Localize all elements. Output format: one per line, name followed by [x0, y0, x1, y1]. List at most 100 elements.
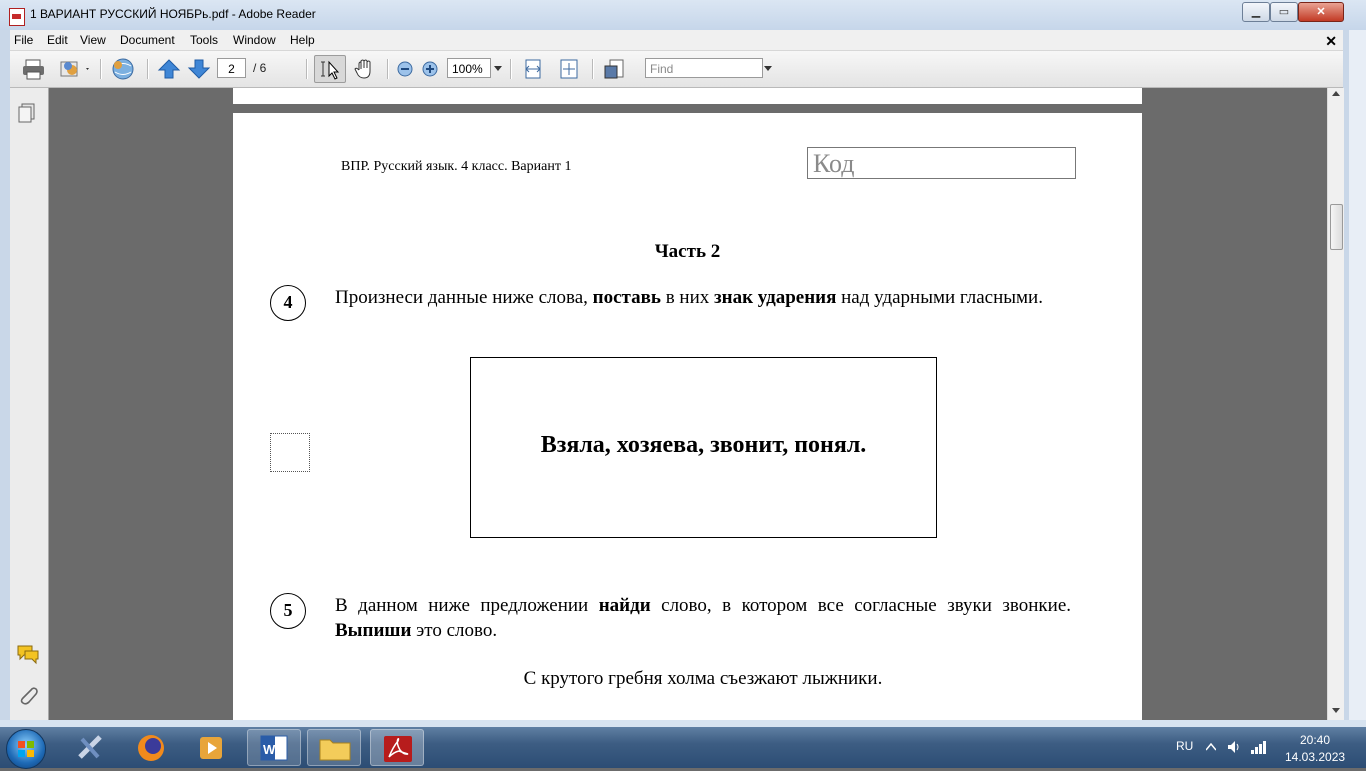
page-layout-icon	[604, 59, 624, 79]
comments-icon[interactable]	[16, 643, 40, 665]
language-indicator[interactable]: RU	[1176, 739, 1193, 753]
close-button[interactable]: ✕	[1298, 2, 1344, 22]
toolbar: 2 / 6 100% Find	[10, 51, 1343, 88]
scroll-down-icon[interactable]	[1332, 708, 1340, 714]
windows-logo-icon	[18, 741, 34, 757]
toolbar-separator	[592, 59, 594, 79]
find-input[interactable]: Find	[645, 58, 763, 78]
score-box	[270, 433, 310, 472]
firefox-icon	[138, 735, 164, 761]
taskbar-app-media-player[interactable]	[184, 729, 238, 766]
pdf-app-icon	[9, 8, 25, 26]
arrow-up-icon	[157, 59, 181, 79]
taskbar-app-firefox[interactable]	[124, 729, 178, 766]
collaborate-icon	[60, 61, 89, 77]
attachment-icon[interactable]	[17, 684, 39, 706]
adobe-reader-icon	[384, 736, 412, 762]
print-icon	[23, 59, 44, 80]
zoom-level-field[interactable]: 100%	[447, 58, 491, 78]
page-header: ВПР. Русский язык. 4 класс. Вариант 1	[341, 159, 572, 174]
code-label: Код	[813, 149, 855, 178]
menu-view[interactable]: View	[80, 31, 106, 49]
maximize-button[interactable]: ▭	[1270, 2, 1298, 22]
toolbar-separator	[147, 59, 149, 79]
tools-icon	[78, 735, 102, 759]
show-hidden-icons-icon[interactable]	[1206, 743, 1216, 751]
example-sentence: С крутого гребня холма съезжают лыжники.	[523, 668, 883, 689]
taskbar-app-word[interactable]: W	[247, 729, 301, 766]
share-button[interactable]	[110, 57, 136, 81]
taskbar-app-tools[interactable]	[64, 729, 118, 766]
scroll-thumb[interactable]	[1330, 204, 1343, 250]
start-button[interactable]	[6, 729, 46, 769]
arrow-down-icon	[187, 59, 211, 79]
previous-page	[233, 88, 1142, 104]
code-field[interactable]: Код	[807, 147, 1076, 179]
taskbar-border	[0, 720, 1366, 727]
words-text: Взяла, хозяева, звонит, понял.	[540, 432, 867, 458]
hand-icon	[354, 59, 371, 79]
menu-bar: File Edit View Document Tools Window Hel…	[10, 30, 1343, 51]
task-4-text: Произнеси данные ниже слова, поставь в н…	[335, 287, 1043, 308]
clock-time[interactable]: 20:40	[1300, 733, 1330, 747]
pages-icon[interactable]	[17, 102, 37, 124]
task-number-4: 4	[270, 285, 306, 321]
taskbar: W RU 20:40 14.03.2023	[0, 727, 1366, 769]
zoom-in-button[interactable]	[419, 57, 441, 81]
page-number-input[interactable]: 2	[217, 58, 246, 78]
chevron-down-icon[interactable]	[494, 66, 502, 72]
email-button[interactable]	[58, 57, 92, 81]
close-icon: ✕	[1316, 6, 1326, 18]
menu-edit[interactable]: Edit	[47, 31, 68, 49]
hand-tool-button[interactable]	[352, 57, 378, 81]
read-mode-button[interactable]	[602, 57, 628, 81]
select-tool-button[interactable]	[314, 55, 346, 83]
window-frame-left	[0, 30, 10, 720]
window-title: 1 ВАРИАНТ РУССКИЙ НОЯБРь.pdf - Adobe Rea…	[30, 7, 316, 21]
zoom-out-icon	[397, 61, 413, 77]
desktop-background	[1349, 30, 1366, 720]
vertical-scrollbar[interactable]	[1327, 88, 1344, 720]
document-close-icon[interactable]: ✕	[1325, 31, 1337, 52]
print-button[interactable]	[21, 57, 47, 81]
fit-page-icon	[560, 59, 578, 79]
page-total: / 6	[253, 61, 267, 75]
menu-help[interactable]: Help	[290, 31, 315, 49]
folder-icon	[319, 739, 351, 761]
clock-date[interactable]: 14.03.2023	[1285, 750, 1345, 764]
find-options-chevron-icon[interactable]	[764, 66, 772, 72]
svg-text:W: W	[263, 742, 276, 757]
zoom-out-button[interactable]	[394, 57, 416, 81]
menu-document[interactable]: Document	[120, 31, 175, 49]
globe-icon	[112, 58, 134, 80]
title-bar: 1 ВАРИАНТ РУССКИЙ НОЯБРь.pdf - Adobe Rea…	[0, 0, 1366, 31]
toolbar-separator	[510, 59, 512, 79]
next-page-button[interactable]	[186, 57, 212, 81]
minimize-icon: ▁	[1251, 6, 1261, 18]
scroll-up-icon[interactable]	[1332, 91, 1340, 97]
menu-file[interactable]: File	[14, 31, 33, 49]
task-number-5: 5	[270, 593, 306, 629]
previous-page-button[interactable]	[156, 57, 182, 81]
volume-icon[interactable]	[1226, 739, 1242, 755]
fit-page-button[interactable]	[556, 57, 582, 81]
fit-width-icon	[525, 59, 541, 79]
media-player-icon	[200, 737, 222, 759]
part-title: Часть 2	[654, 241, 721, 262]
toolbar-separator	[100, 59, 102, 79]
word-icon: W	[260, 735, 288, 761]
pdf-page: ВПР. Русский язык. 4 класс. Вариант 1 Ко…	[233, 113, 1142, 720]
toolbar-separator	[387, 59, 389, 79]
zoom-in-icon	[422, 61, 438, 77]
task-5-text: В данном ниже предложении найди слово, в…	[335, 595, 1072, 641]
taskbar-app-adobe-reader[interactable]	[370, 729, 424, 766]
toolbar-separator	[306, 59, 308, 79]
document-view: ВПР. Русский язык. 4 класс. Вариант 1 Ко…	[49, 88, 1327, 720]
taskbar-app-explorer[interactable]	[307, 729, 361, 766]
network-icon[interactable]	[1250, 739, 1268, 755]
minimize-button[interactable]: ▁	[1242, 2, 1270, 22]
words-box: Взяла, хозяева, звонит, понял.	[470, 357, 937, 538]
fit-width-button[interactable]	[520, 57, 546, 81]
menu-tools[interactable]: Tools	[190, 31, 218, 49]
menu-window[interactable]: Window	[233, 31, 276, 49]
